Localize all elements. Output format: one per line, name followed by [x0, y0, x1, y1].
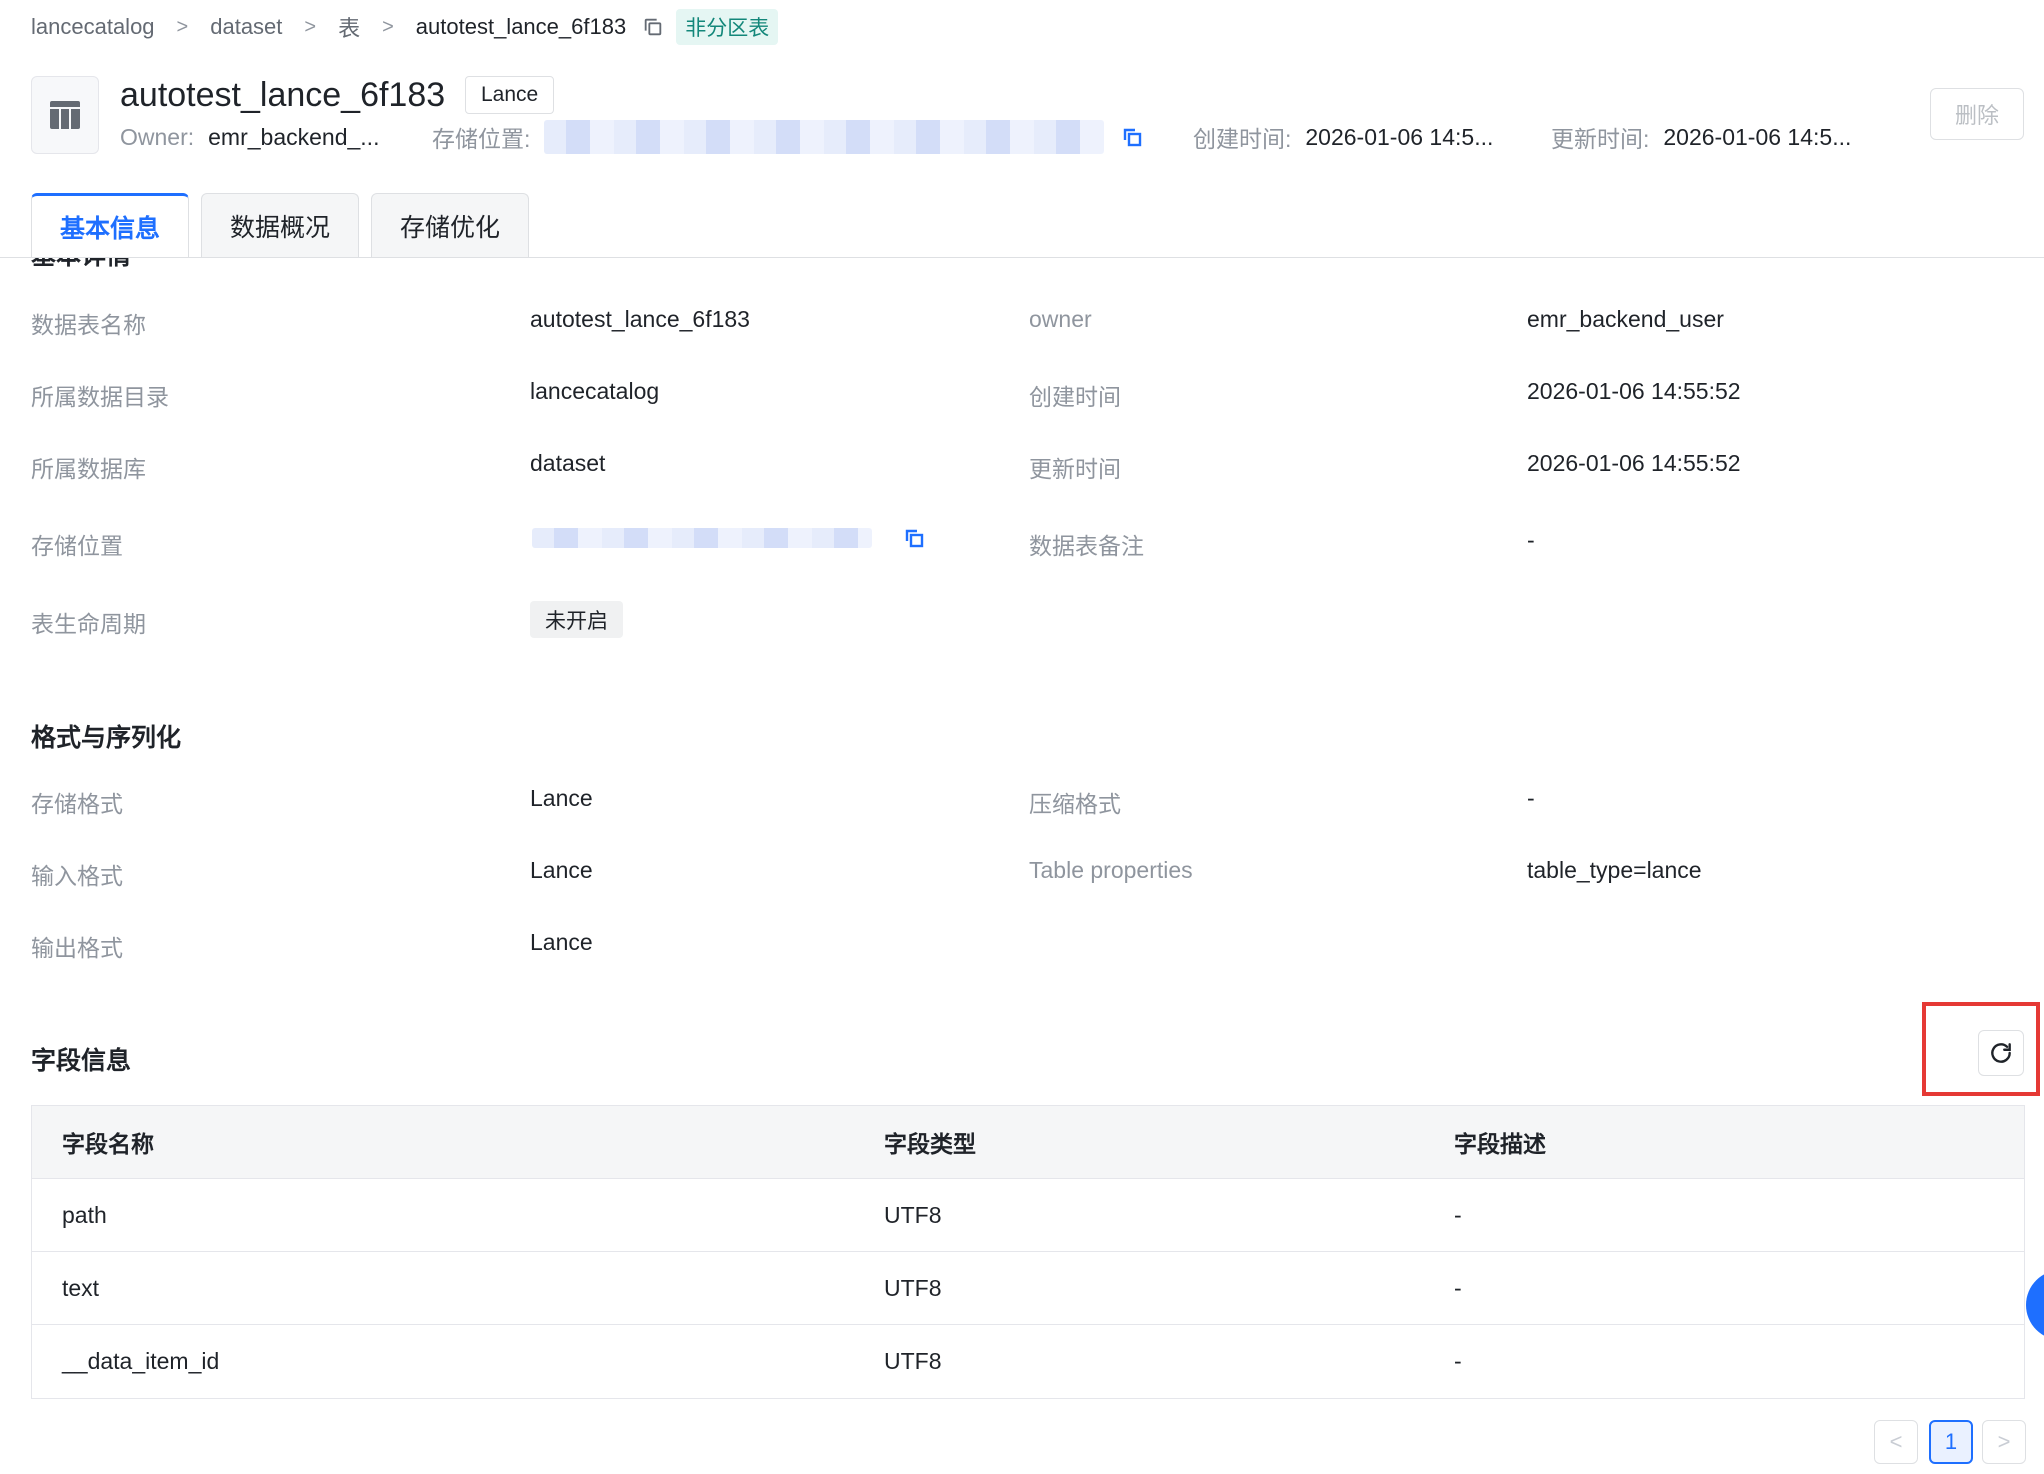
breadcrumb-catalog[interactable]: lancecatalog [31, 14, 155, 40]
database-label: 所属数据库 [31, 456, 146, 482]
fields-table: 字段名称 字段类型 字段描述 path UTF8 - text UTF8 - _… [31, 1105, 2025, 1399]
breadcrumb-separator: > [304, 15, 317, 38]
field-description-cell: - [1454, 1201, 1462, 1228]
basic-section-title: 基本详情 [31, 258, 131, 270]
table-row: path UTF8 - [32, 1179, 2024, 1252]
breadcrumb: lancecatalog > dataset > 表 > autotest_la… [31, 9, 779, 45]
fields-section-title: 字段信息 [31, 1047, 132, 1075]
tab-storage-optimization[interactable]: 存储优化 [371, 193, 529, 257]
copy-icon[interactable] [902, 526, 926, 550]
storage-location-value [532, 526, 926, 550]
compression-format-value: - [1527, 785, 1535, 811]
non-partitioned-tag: 非分区表 [676, 9, 779, 45]
column-header-field-type: 字段类型 [884, 1131, 976, 1157]
input-format-label: 输入格式 [31, 863, 123, 889]
copy-icon[interactable] [1120, 125, 1144, 149]
field-name-cell: __data_item_id [62, 1348, 220, 1374]
owner-label: Owner: [120, 123, 195, 150]
copy-icon[interactable] [642, 16, 664, 38]
input-format-value: Lance [530, 857, 593, 883]
delete-button[interactable]: 删除 [1930, 88, 2024, 140]
updated-meta: 更新时间: 2026-01-06 14:5... [1551, 120, 1851, 154]
format-section-title: 格式与序列化 [31, 724, 182, 752]
table-comment-value: - [1527, 527, 1535, 553]
owner-meta: Owner: emr_backend_... [120, 120, 379, 154]
database-value: dataset [530, 450, 606, 476]
field-type-cell: UTF8 [884, 1348, 942, 1374]
storage-location-redacted [544, 120, 1105, 154]
refresh-button[interactable] [1978, 1030, 2024, 1076]
field-description-cell: - [1454, 1348, 1462, 1374]
lifecycle-status-tag: 未开启 [530, 601, 623, 638]
column-header-field-name: 字段名称 [62, 1131, 154, 1157]
tab-basic-info[interactable]: 基本信息 [31, 193, 189, 257]
lifecycle-label: 表生命周期 [31, 611, 146, 637]
storage-meta: 存储位置: [432, 120, 1144, 154]
table-icon [31, 76, 99, 154]
table-header-row: 字段名称 字段类型 字段描述 [32, 1106, 2024, 1179]
updated-value: 2026-01-06 14:5... [1663, 123, 1852, 150]
created-value: 2026-01-06 14:5... [1305, 123, 1494, 150]
field-name-cell: text [62, 1274, 100, 1301]
updated-label: 更新时间: [1551, 126, 1650, 152]
owner-field-label: owner [1029, 306, 1092, 332]
field-type-cell: UTF8 [884, 1201, 942, 1228]
storage-location-label: 存储位置 [31, 533, 123, 559]
created-label: 创建时间: [1193, 126, 1292, 152]
table-properties-value: table_type=lance [1527, 857, 1702, 883]
owner-field-value: emr_backend_user [1527, 306, 1724, 332]
table-row: __data_item_id UTF8 - [32, 1325, 2024, 1398]
field-description-cell: - [1454, 1274, 1462, 1301]
table-name-value: autotest_lance_6f183 [530, 306, 750, 332]
storage-format-label: 存储格式 [31, 791, 123, 817]
page-title: autotest_lance_6f183 [120, 76, 446, 114]
output-format-value: Lance [530, 929, 593, 955]
storage-format-value: Lance [530, 785, 593, 811]
field-type-cell: UTF8 [884, 1274, 942, 1301]
breadcrumb-separator: > [176, 15, 189, 38]
breadcrumb-database[interactable]: dataset [210, 14, 282, 40]
catalog-label: 所属数据目录 [31, 384, 169, 410]
tab-data-overview[interactable]: 数据概况 [201, 193, 359, 257]
created-time-label: 创建时间 [1029, 384, 1121, 410]
table-properties-label: Table properties [1029, 857, 1193, 883]
compression-format-label: 压缩格式 [1029, 791, 1121, 817]
owner-value: emr_backend_... [208, 123, 380, 150]
pagination-next-button[interactable]: > [1982, 1420, 2026, 1464]
table-comment-label: 数据表备注 [1029, 533, 1144, 559]
updated-time-value: 2026-01-06 14:55:52 [1527, 450, 1741, 476]
tab-divider [0, 257, 2044, 258]
refresh-icon [1988, 1040, 2014, 1066]
pagination-page-1[interactable]: 1 [1929, 1420, 1973, 1464]
updated-time-label: 更新时间 [1029, 456, 1121, 482]
field-name-cell: path [62, 1201, 107, 1228]
breadcrumb-current-table: autotest_lance_6f183 [415, 14, 627, 39]
table-name-label: 数据表名称 [31, 312, 146, 338]
created-time-value: 2026-01-06 14:55:52 [1527, 378, 1741, 404]
created-meta: 创建时间: 2026-01-06 14:5... [1193, 120, 1493, 154]
breadcrumb-separator: > [382, 15, 394, 38]
pagination-prev-button[interactable]: < [1874, 1420, 1918, 1464]
table-row: text UTF8 - [32, 1252, 2024, 1325]
column-header-field-description: 字段描述 [1454, 1131, 1546, 1157]
format-tag: Lance [465, 76, 555, 114]
breadcrumb-tables[interactable]: 表 [338, 11, 360, 43]
floating-assistant-button[interactable] [2026, 1270, 2044, 1340]
storage-location-redacted [532, 528, 872, 548]
storage-label: 存储位置: [432, 126, 531, 152]
tab-bar: 基本信息 数据概况 存储优化 [31, 193, 541, 257]
output-format-label: 输出格式 [31, 935, 123, 961]
catalog-value: lancecatalog [530, 378, 660, 404]
